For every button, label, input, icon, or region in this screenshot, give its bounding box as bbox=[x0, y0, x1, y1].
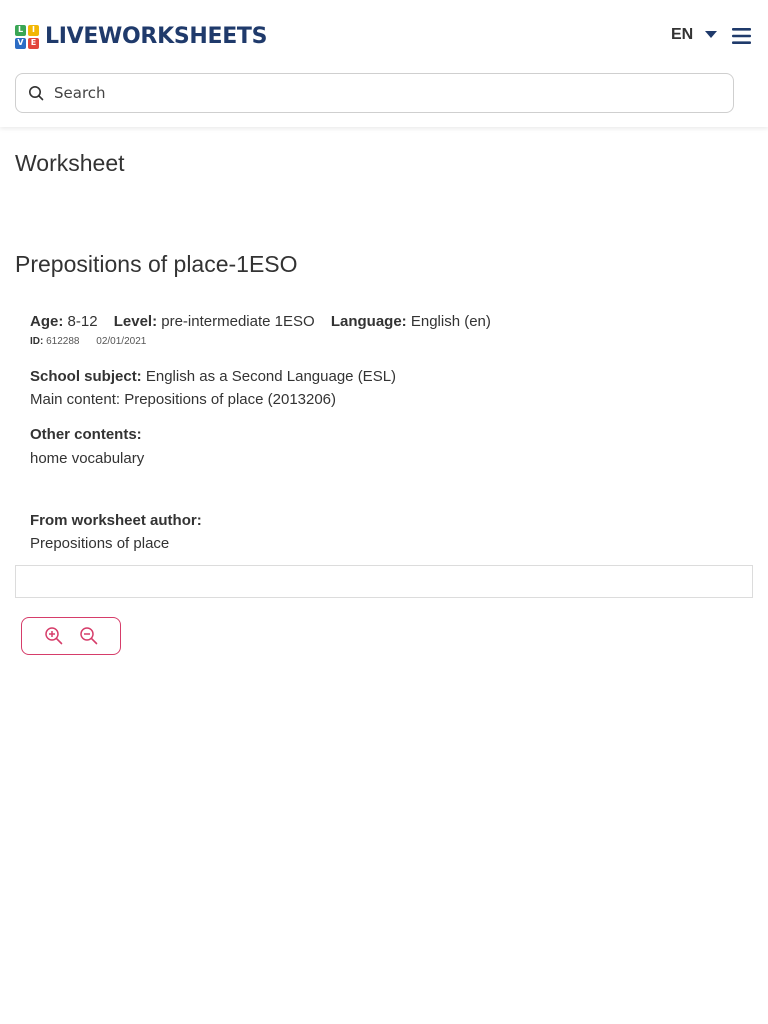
caret-down-icon bbox=[705, 31, 718, 38]
age-label: Age: bbox=[30, 313, 64, 330]
zoom-out-button[interactable] bbox=[77, 624, 101, 648]
worksheet-meta: Age: 8-12 Level: pre-intermediate 1ESO L… bbox=[30, 313, 491, 330]
school-subject: School subject: English as a Second Lang… bbox=[30, 368, 396, 385]
search-input[interactable] bbox=[54, 84, 704, 102]
id-label: ID: bbox=[30, 336, 44, 347]
author-note: Prepositions of place bbox=[30, 535, 170, 552]
language-selector[interactable]: EN bbox=[671, 26, 718, 44]
zoom-in-button[interactable] bbox=[42, 624, 66, 648]
page-title: Worksheet bbox=[15, 150, 125, 176]
date-value: 02/01/2021 bbox=[96, 336, 147, 347]
logo-mark: L I V E bbox=[15, 24, 39, 49]
logo-letter-v: V bbox=[15, 37, 26, 49]
logo-letter-l: L bbox=[15, 24, 26, 36]
author-label-row: From worksheet author: bbox=[30, 512, 202, 529]
level-value: pre-intermediate 1ESO bbox=[161, 313, 315, 330]
language-info-value: English (en) bbox=[410, 313, 491, 330]
other-label: Other contents: bbox=[30, 426, 142, 443]
logo-letter-e: E bbox=[28, 37, 39, 49]
worksheet-title: Prepositions of place-1ESO bbox=[15, 251, 298, 277]
zoom-in-icon bbox=[44, 627, 62, 645]
age-value: 8-12 bbox=[67, 313, 98, 330]
level-label: Level: bbox=[113, 313, 158, 330]
zoom-out-icon bbox=[79, 627, 97, 645]
other-contents-label: Other contents: bbox=[30, 426, 142, 443]
search-icon bbox=[29, 86, 44, 101]
logo-text: LIVEWORKSHEETS bbox=[45, 24, 268, 49]
site-logo[interactable]: L I V E LIVEWORKSHEETS bbox=[15, 24, 267, 49]
logo-letter-i: I bbox=[28, 24, 39, 36]
worksheet-frame bbox=[15, 565, 753, 598]
language-info-label: Language: bbox=[330, 313, 407, 330]
author-label: From worksheet author: bbox=[30, 512, 202, 529]
main-content: Main content: Prepositions of place (201… bbox=[30, 391, 337, 408]
worksheet-id-date: ID: 612288 02/01/2021 bbox=[30, 336, 146, 347]
language-label: EN bbox=[671, 26, 694, 43]
site-header: L I V E LIVEWORKSHEETS EN bbox=[0, 0, 768, 127]
other-contents-value: home vocabulary bbox=[30, 450, 145, 467]
hamburger-menu-icon[interactable] bbox=[731, 26, 753, 46]
id-value: 612288 bbox=[46, 336, 80, 347]
subject-label: School subject: bbox=[30, 368, 142, 385]
subject-value: English as a Second Language (ESL) bbox=[145, 368, 397, 385]
search-bar bbox=[15, 73, 734, 113]
zoom-controls bbox=[21, 617, 121, 655]
